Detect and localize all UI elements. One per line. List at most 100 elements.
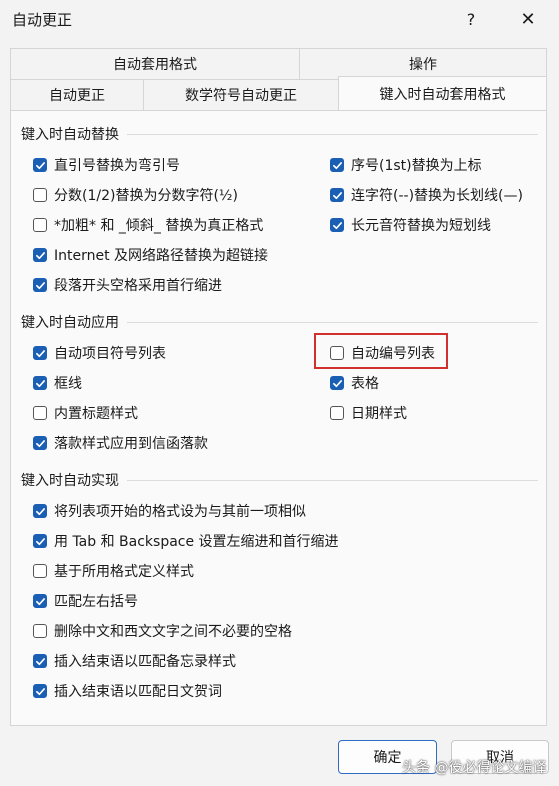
option-label: 段落开头空格采用首行缩进 <box>54 278 222 294</box>
checkmark-icon <box>35 349 45 357</box>
checkbox[interactable] <box>33 534 47 548</box>
option-label: 直引号替换为弯引号 <box>54 158 180 174</box>
option-closing-style[interactable]: 落款样式应用到信函落款 <box>33 433 208 453</box>
highlight-box <box>314 333 448 369</box>
tab-math-autocorrect[interactable]: 数学符号自动更正 <box>143 79 339 110</box>
option-hyphens-dash[interactable]: 连字符(--)替换为长划线(—) <box>330 185 523 205</box>
option-remove-spaces[interactable]: 删除中文和西文文字之间不必要的空格 <box>33 621 292 641</box>
window-title: 自动更正 <box>12 11 73 29</box>
option-label: Internet 及网络路径替换为超链接 <box>54 248 269 264</box>
option-first-line-indent[interactable]: 段落开头空格采用首行缩进 <box>33 275 222 295</box>
option-label: 删除中文和西文文字之间不必要的空格 <box>54 624 292 640</box>
watermark: 头条 @役必得论文编译 <box>402 760 547 776</box>
option-smart-quotes[interactable]: 直引号替换为弯引号 <box>33 155 180 175</box>
close-icon: ✕ <box>520 8 536 30</box>
option-label: 匹配左右括号 <box>54 594 138 610</box>
checkmark-icon <box>332 221 342 229</box>
checkmark-icon <box>35 537 45 545</box>
group-title-replace: 键入时自动替换 <box>21 124 127 144</box>
checkbox[interactable] <box>330 188 344 202</box>
option-define-styles[interactable]: 基于所用格式定义样式 <box>33 561 194 581</box>
checkbox[interactable] <box>33 218 47 232</box>
tab-label: 自动套用格式 <box>113 57 197 73</box>
option-label: 连字符(--)替换为长划线(—) <box>351 188 523 204</box>
tab-label: 自动更正 <box>49 88 105 104</box>
option-label: 插入结束语以匹配日文贺词 <box>54 684 222 700</box>
option-label: 插入结束语以匹配备忘录样式 <box>54 654 236 670</box>
checkbox[interactable] <box>33 564 47 578</box>
option-label: 日期样式 <box>351 406 407 422</box>
option-label: 长元音符替换为短划线 <box>351 218 491 234</box>
option-label: 序号(1st)替换为上标 <box>351 158 482 174</box>
option-label: *加粗* 和 _倾斜_ 替换为真正格式 <box>54 218 264 234</box>
option-match-parens[interactable]: 匹配左右括号 <box>33 591 138 611</box>
option-tab-indent[interactable]: 用 Tab 和 Backspace 设置左缩进和首行缩进 <box>33 531 339 551</box>
checkmark-icon <box>35 379 45 387</box>
option-long-vowel[interactable]: 长元音符替换为短划线 <box>330 215 491 235</box>
tab-label: 操作 <box>409 57 437 73</box>
checkmark-icon <box>35 251 45 259</box>
tab-autocorrect[interactable]: 自动更正 <box>10 79 144 110</box>
close-button[interactable]: ✕ <box>508 0 548 38</box>
title-bar: 自动更正 ? ✕ <box>0 0 559 38</box>
ok-button-label: 确定 <box>373 750 402 766</box>
option-bold-italic[interactable]: *加粗* 和 _倾斜_ 替换为真正格式 <box>33 215 263 235</box>
option-label: 自动项目符号列表 <box>54 346 166 362</box>
checkbox[interactable] <box>33 624 47 638</box>
checkbox[interactable] <box>330 158 344 172</box>
help-icon: ? <box>466 9 476 29</box>
checkbox[interactable] <box>33 248 47 262</box>
option-tables[interactable]: 表格 <box>330 373 379 393</box>
checkmark-icon <box>35 507 45 515</box>
checkbox[interactable] <box>33 504 47 518</box>
checkmark-icon <box>332 379 342 387</box>
checkbox[interactable] <box>33 654 47 668</box>
option-ordinals[interactable]: 序号(1st)替换为上标 <box>330 155 482 175</box>
option-label: 用 Tab 和 Backspace 设置左缩进和首行缩进 <box>54 534 339 550</box>
option-label: 框线 <box>54 376 82 392</box>
option-label: 基于所用格式定义样式 <box>54 564 194 580</box>
checkmark-icon <box>332 191 342 199</box>
tab-label: 键入时自动套用格式 <box>379 87 506 103</box>
checkbox[interactable] <box>33 376 47 390</box>
checkmark-icon <box>35 687 45 695</box>
checkbox[interactable] <box>330 376 344 390</box>
group-title-apply: 键入时自动应用 <box>21 312 127 332</box>
checkbox[interactable] <box>33 684 47 698</box>
checkbox[interactable] <box>33 278 47 292</box>
checkbox[interactable] <box>33 406 47 420</box>
option-memo-closing[interactable]: 插入结束语以匹配备忘录样式 <box>33 651 236 671</box>
checkbox[interactable] <box>33 346 47 360</box>
checkmark-icon <box>35 597 45 605</box>
option-label: 分数(1/2)替换为分数字符(½) <box>54 188 238 204</box>
checkbox[interactable] <box>330 218 344 232</box>
option-label: 落款样式应用到信函落款 <box>54 436 208 452</box>
option-label: 将列表项开始的格式设为与其前一项相似 <box>54 504 306 520</box>
checkbox[interactable] <box>33 188 47 202</box>
checkbox[interactable] <box>33 436 47 450</box>
checkbox[interactable] <box>330 406 344 420</box>
option-label: 内置标题样式 <box>54 406 138 422</box>
tab-actions[interactable]: 操作 <box>299 48 547 79</box>
checkmark-icon <box>35 657 45 665</box>
checkbox[interactable] <box>33 594 47 608</box>
tab-label: 数学符号自动更正 <box>185 88 297 104</box>
checkmark-icon <box>35 439 45 447</box>
checkmark-icon <box>332 161 342 169</box>
option-japanese-greeting[interactable]: 插入结束语以匹配日文贺词 <box>33 681 222 701</box>
autocorrect-dialog: 自动更正 ? ✕ 自动套用格式 操作 自动更正 数学符号自动更正 键入时自动套用… <box>0 0 559 786</box>
tab-autoformat[interactable]: 自动套用格式 <box>10 48 300 79</box>
option-borders[interactable]: 框线 <box>33 373 82 393</box>
help-button[interactable]: ? <box>452 0 490 38</box>
option-hyperlinks[interactable]: Internet 及网络路径替换为超链接 <box>33 245 268 265</box>
group-title-implement: 键入时自动实现 <box>21 470 127 490</box>
option-auto-bullets[interactable]: 自动项目符号列表 <box>33 343 166 363</box>
checkmark-icon <box>35 281 45 289</box>
checkmark-icon <box>35 161 45 169</box>
option-fractions[interactable]: 分数(1/2)替换为分数字符(½) <box>33 185 238 205</box>
option-date-style[interactable]: 日期样式 <box>330 403 407 423</box>
option-list-format[interactable]: 将列表项开始的格式设为与其前一项相似 <box>33 501 306 521</box>
tab-autoformat-as-you-type[interactable]: 键入时自动套用格式 <box>338 76 547 111</box>
checkbox[interactable] <box>33 158 47 172</box>
option-heading-styles[interactable]: 内置标题样式 <box>33 403 138 423</box>
